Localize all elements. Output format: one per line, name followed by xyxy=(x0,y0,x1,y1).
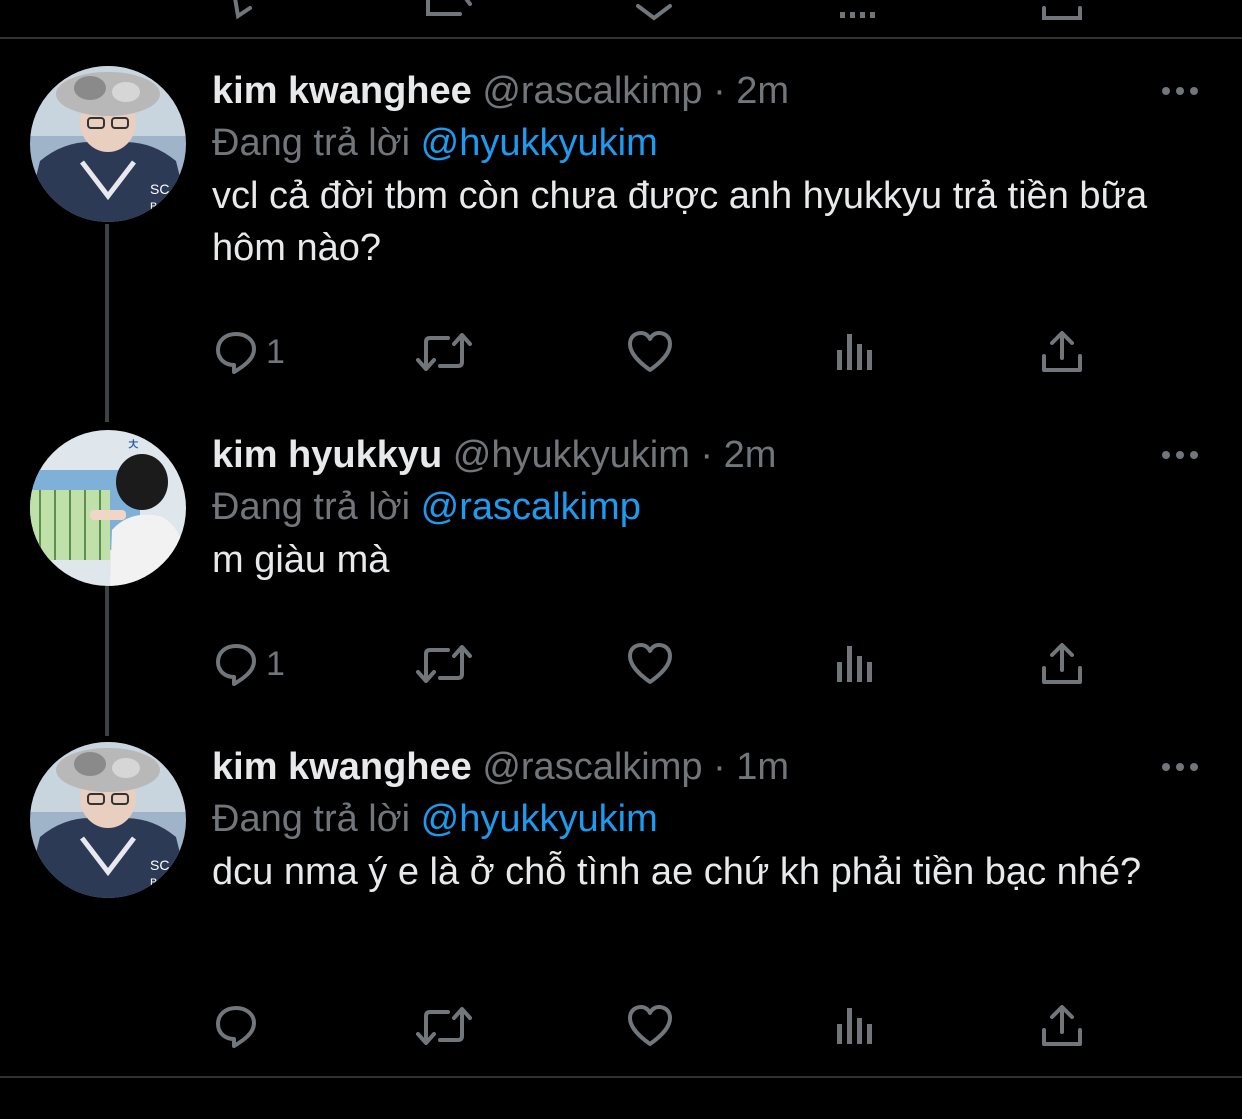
replying-to: Đang trả lời @rascalkimp xyxy=(212,482,641,532)
replying-label: Đang trả lời xyxy=(212,486,411,528)
avatar[interactable]: SC Bar xyxy=(30,742,186,898)
reply-icon xyxy=(212,640,260,688)
more-icon[interactable] xyxy=(1158,752,1202,782)
reply-icon[interactable] xyxy=(228,0,276,34)
retweet-button[interactable] xyxy=(414,636,474,692)
like-button[interactable] xyxy=(626,636,674,692)
share-button[interactable] xyxy=(1040,636,1084,692)
like-button[interactable] xyxy=(626,998,674,1054)
share-icon xyxy=(1040,640,1084,688)
svg-text:SC: SC xyxy=(150,181,169,197)
reply-count: 1 xyxy=(266,644,285,683)
previous-tweet-actions xyxy=(0,0,1242,21)
svg-text:SC: SC xyxy=(150,857,169,873)
mention-link[interactable]: @rascalkimp xyxy=(421,486,641,528)
avatar[interactable]: SC Bar xyxy=(30,66,186,222)
timestamp[interactable]: 2m xyxy=(724,434,777,476)
tweet[interactable]: SC Bar kim kwanghee @rascalkimp · 2m Đan… xyxy=(0,66,1242,396)
heart-icon[interactable] xyxy=(630,0,678,34)
retweet-icon xyxy=(414,640,474,688)
user-handle[interactable]: @rascalkimp xyxy=(482,746,702,788)
tweet-text: vcl cả đời tbm còn chưa được anh hyukkyu… xyxy=(212,175,1148,269)
display-name[interactable]: kim hyukkyu xyxy=(212,434,442,476)
svg-text:Bar: Bar xyxy=(150,877,167,889)
retweet-button[interactable] xyxy=(414,998,474,1054)
display-name[interactable]: kim kwanghee xyxy=(212,70,472,112)
mention-link[interactable]: @hyukkyukim xyxy=(421,798,658,840)
tweet[interactable]: SC Bar kim kwanghee @rascalkimp · 1m Đan… xyxy=(0,742,1242,1072)
display-name[interactable]: kim kwanghee xyxy=(212,746,472,788)
separator: · xyxy=(700,434,714,476)
analytics-icon xyxy=(834,640,878,688)
thread-screen: SC Bar kim kwanghee @rascalkimp · 2m Đan… xyxy=(0,0,1242,1119)
views-button[interactable] xyxy=(834,636,878,692)
tweet-actions: 1 xyxy=(212,324,1212,380)
replying-label: Đang trả lời xyxy=(212,122,411,164)
tweet-header: kim hyukkyu @hyukkyukim · 2m xyxy=(212,430,776,480)
analytics-icon xyxy=(834,328,878,376)
share-icon xyxy=(1040,328,1084,376)
retweet-icon[interactable] xyxy=(420,0,480,34)
svg-text:Bar: Bar xyxy=(150,201,167,213)
share-icon xyxy=(1040,1002,1084,1050)
views-button[interactable] xyxy=(834,998,878,1054)
divider xyxy=(0,1076,1242,1078)
avatar[interactable]: ㅊ xyxy=(30,430,186,586)
divider xyxy=(0,37,1242,39)
reply-button[interactable]: 1 xyxy=(212,636,285,692)
svg-text:ㅊ: ㅊ xyxy=(126,437,141,454)
share-button[interactable] xyxy=(1040,998,1084,1054)
tweet-header: kim kwanghee @rascalkimp · 2m xyxy=(212,66,789,116)
replying-to: Đang trả lời @hyukkyukim xyxy=(212,794,658,844)
timestamp[interactable]: 2m xyxy=(736,70,789,112)
more-icon[interactable] xyxy=(1158,440,1202,470)
reply-button[interactable] xyxy=(212,998,266,1054)
retweet-icon xyxy=(414,1002,474,1050)
views-button[interactable] xyxy=(834,324,878,380)
reply-icon xyxy=(212,328,260,376)
heart-icon xyxy=(626,640,674,688)
tweet[interactable]: ㅊ kim hyukkyu @hyukkyukim · 2m Đang trả … xyxy=(0,430,1242,700)
reply-icon xyxy=(212,1002,260,1050)
timestamp[interactable]: 1m xyxy=(736,746,789,788)
more-icon[interactable] xyxy=(1158,76,1202,106)
tweet-actions xyxy=(212,998,1212,1054)
reply-button[interactable]: 1 xyxy=(212,324,285,380)
user-handle[interactable]: @rascalkimp xyxy=(482,70,702,112)
separator: · xyxy=(713,746,726,788)
tweet-text: dcu nma ý e là ở chỗ tình ae chứ kh phải… xyxy=(212,851,1142,893)
separator: · xyxy=(713,70,726,112)
like-button[interactable] xyxy=(626,324,674,380)
analytics-icon[interactable] xyxy=(836,0,880,34)
tweet-header: kim kwanghee @rascalkimp · 1m xyxy=(212,742,789,792)
retweet-button[interactable] xyxy=(414,324,474,380)
replying-to: Đang trả lời @hyukkyukim xyxy=(212,118,658,168)
analytics-icon xyxy=(834,1002,878,1050)
share-icon[interactable] xyxy=(1040,0,1084,34)
reply-count: 1 xyxy=(266,332,285,371)
heart-icon xyxy=(626,328,674,376)
retweet-icon xyxy=(414,328,474,376)
tweet-actions: 1 xyxy=(212,636,1212,692)
user-handle[interactable]: @hyukkyukim xyxy=(453,434,690,476)
replying-label: Đang trả lời xyxy=(212,798,411,840)
share-button[interactable] xyxy=(1040,324,1084,380)
heart-icon xyxy=(626,1002,674,1050)
mention-link[interactable]: @hyukkyukim xyxy=(421,122,658,164)
tweet-text: m giàu mà xyxy=(212,539,390,581)
